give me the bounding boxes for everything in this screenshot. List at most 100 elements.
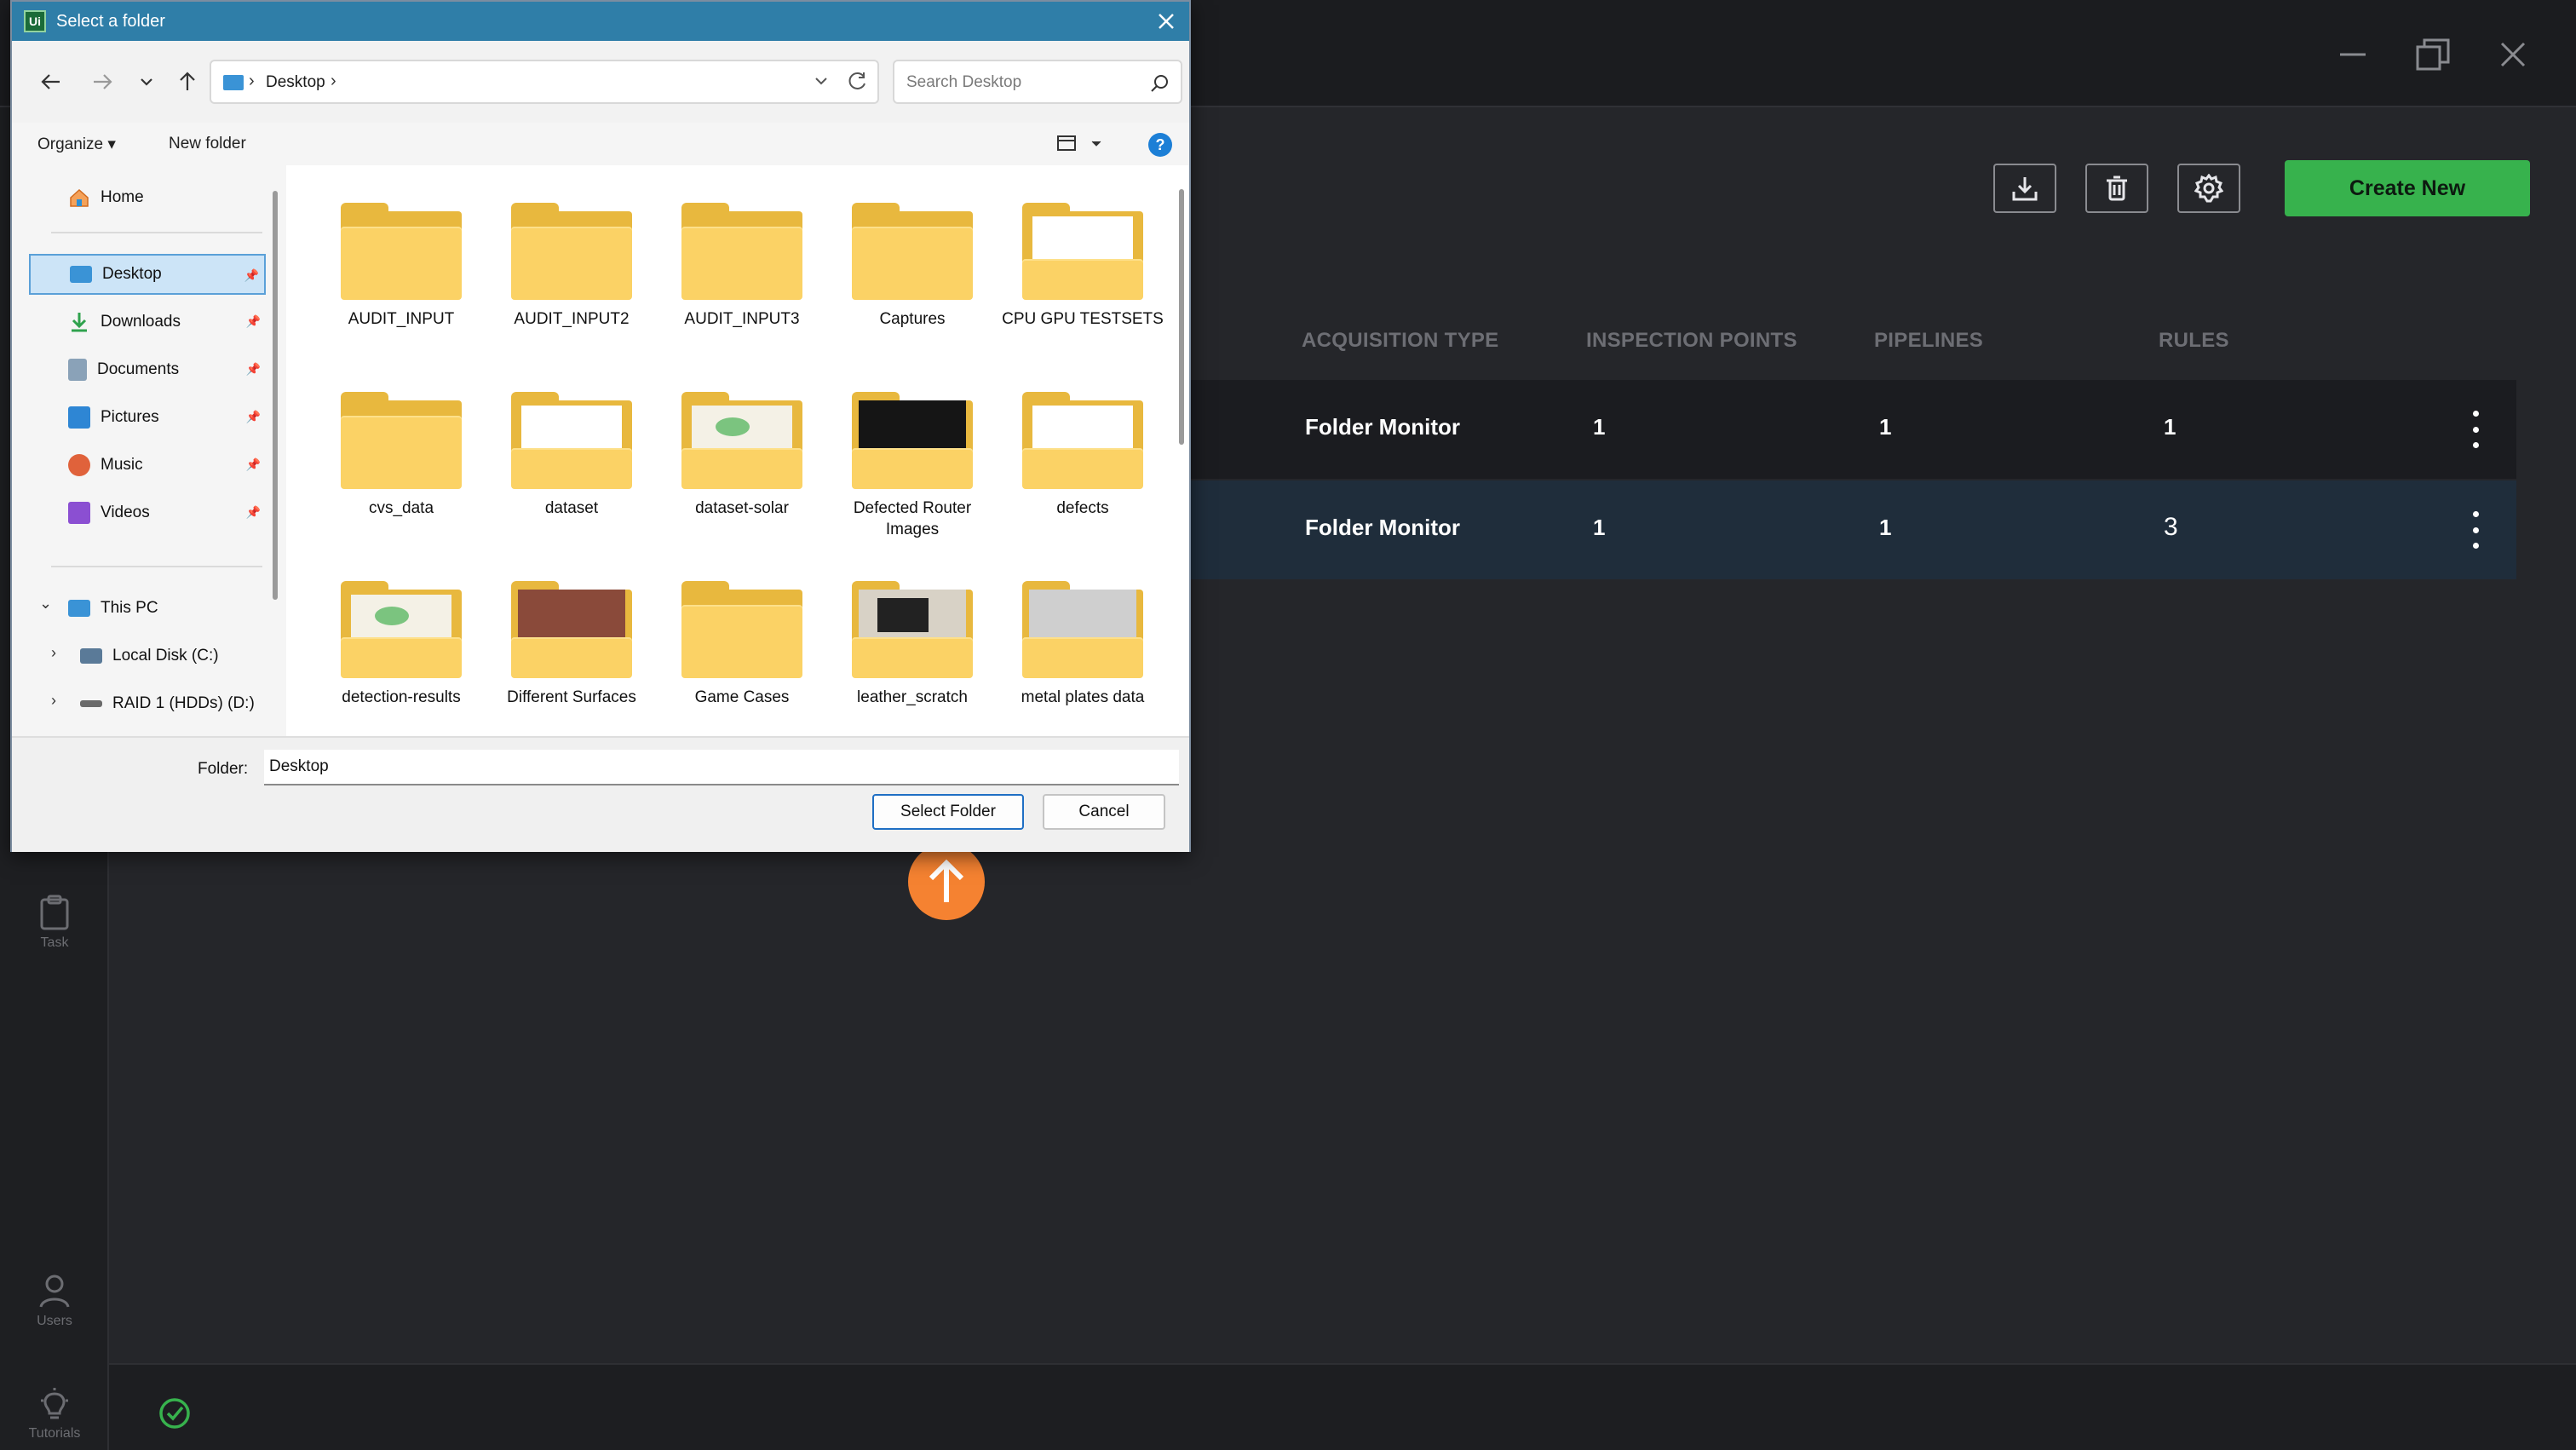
dialog-footer: Folder: Select Folder Cancel bbox=[12, 736, 1189, 852]
pin-icon[interactable]: 📌 bbox=[246, 314, 261, 329]
delete-button[interactable] bbox=[2085, 164, 2148, 213]
view-options-icon[interactable] bbox=[1056, 133, 1107, 155]
pin-icon[interactable]: 📌 bbox=[246, 505, 261, 520]
nav-scrollbar[interactable] bbox=[273, 191, 278, 600]
search-placeholder: Search Desktop bbox=[906, 73, 1022, 91]
acquisition-type-cell: Folder Monitor bbox=[1305, 414, 1460, 440]
folder-tile[interactable]: dataset-solar bbox=[661, 366, 823, 547]
folder-tile[interactable]: defects bbox=[1002, 366, 1164, 547]
help-icon[interactable]: ? bbox=[1148, 133, 1172, 157]
folder-label: Captures bbox=[879, 310, 946, 328]
arrow-left-icon bbox=[41, 74, 60, 89]
folder-tile[interactable]: detection-results bbox=[320, 555, 482, 736]
pin-icon[interactable]: 📌 bbox=[246, 362, 261, 377]
close-app-button[interactable] bbox=[2486, 29, 2540, 80]
search-input[interactable]: Search Desktop bbox=[893, 60, 1182, 104]
nav-item-pictures[interactable]: Pictures 📌 bbox=[29, 397, 266, 438]
download-button[interactable] bbox=[1993, 164, 2056, 213]
nav-item-desktop[interactable]: Desktop 📌 bbox=[29, 254, 266, 295]
nav-item-raid-drive[interactable]: RAID 1 (HDDs) (D:) bbox=[41, 683, 278, 724]
folder-tile[interactable]: AUDIT_INPUT3 bbox=[661, 177, 823, 358]
folder-icon bbox=[341, 203, 462, 300]
folder-label: AUDIT_INPUT3 bbox=[684, 310, 800, 328]
table-row[interactable]: Folder Monitor 1 1 3 bbox=[1107, 480, 2516, 579]
folder-tile[interactable]: CPU GPU TESTSETS bbox=[1002, 177, 1164, 358]
cancel-button[interactable]: Cancel bbox=[1043, 794, 1165, 830]
forward-button[interactable] bbox=[87, 66, 118, 97]
more-options-icon[interactable] bbox=[2467, 411, 2484, 448]
folder-tile[interactable]: AUDIT_INPUT bbox=[320, 177, 482, 358]
nav-item-local-disk[interactable]: Local Disk (C:) bbox=[41, 636, 278, 676]
folder-tile[interactable]: cvs_data bbox=[320, 366, 482, 547]
restore-button[interactable] bbox=[2406, 29, 2460, 80]
folder-tile[interactable]: Different Surfaces bbox=[491, 555, 653, 736]
dialog-title: Select a folder bbox=[56, 12, 165, 31]
folder-tile[interactable]: Defected Router Images bbox=[831, 366, 993, 547]
folder-tile[interactable]: AUDIT_INPUT2 bbox=[491, 177, 653, 358]
folder-icon bbox=[1022, 392, 1143, 489]
nav-item-label: Documents bbox=[97, 360, 180, 378]
address-bar[interactable]: › Desktop › bbox=[210, 60, 879, 104]
table-row[interactable]: Folder Monitor 1 1 1 bbox=[1107, 380, 2516, 479]
pin-icon[interactable]: 📌 bbox=[246, 410, 261, 424]
sidebar-item-tutorials[interactable]: Tutorials bbox=[0, 1387, 109, 1441]
more-options-icon[interactable] bbox=[2467, 511, 2484, 549]
check-circle-icon bbox=[159, 1398, 190, 1429]
folder-tile[interactable]: Captures bbox=[831, 177, 993, 358]
organize-menu[interactable]: Organize ▾ bbox=[37, 135, 116, 154]
clipboard-icon bbox=[40, 895, 69, 930]
column-header-acquisition[interactable]: ACQUISITION TYPE bbox=[1302, 329, 1499, 353]
drive-icon bbox=[80, 648, 102, 664]
settings-button[interactable] bbox=[2177, 164, 2240, 213]
this-pc-icon bbox=[68, 600, 90, 617]
rules-cell: 3 bbox=[2164, 513, 2178, 541]
folder-icon bbox=[511, 392, 632, 489]
minimize-button[interactable] bbox=[2326, 29, 2380, 80]
breadcrumb-desktop[interactable]: Desktop bbox=[266, 73, 325, 92]
nav-item-videos[interactable]: Videos 📌 bbox=[29, 492, 266, 533]
folder-field-label: Folder: bbox=[198, 760, 249, 778]
pin-icon[interactable]: 📌 bbox=[244, 268, 259, 283]
refresh-icon[interactable] bbox=[845, 70, 869, 94]
nav-item-documents[interactable]: Documents 📌 bbox=[29, 349, 266, 390]
folder-tile[interactable]: Game Cases bbox=[661, 555, 823, 736]
close-dialog-button[interactable] bbox=[1152, 7, 1181, 36]
chevron-down-icon[interactable] bbox=[814, 73, 828, 90]
folder-label: AUDIT_INPUT bbox=[348, 310, 455, 328]
nav-item-this-pc[interactable]: This PC bbox=[29, 588, 266, 629]
new-folder-button[interactable]: New folder bbox=[169, 135, 246, 153]
folder-label: dataset-solar bbox=[695, 499, 789, 517]
column-header-inspection-points[interactable]: INSPECTION POINTS bbox=[1586, 329, 1797, 353]
nav-item-downloads[interactable]: Downloads 📌 bbox=[29, 302, 266, 342]
recent-locations-button[interactable] bbox=[131, 66, 162, 97]
dialog-titlebar[interactable]: Ui Select a folder bbox=[12, 2, 1189, 41]
nav-item-label: Home bbox=[101, 188, 144, 206]
create-new-button[interactable]: Create New bbox=[2285, 160, 2530, 216]
folder-icon bbox=[1022, 203, 1143, 300]
folder-icon bbox=[341, 392, 462, 489]
search-icon bbox=[1151, 75, 1168, 92]
nav-item-home[interactable]: Home bbox=[29, 177, 266, 218]
folder-tile[interactable]: metal plates data bbox=[1002, 555, 1164, 736]
folder-tile[interactable]: dataset bbox=[491, 366, 653, 547]
pipelines-cell: 1 bbox=[1879, 515, 1892, 540]
chevron-right-icon[interactable]: › bbox=[331, 72, 336, 91]
pin-icon[interactable]: 📌 bbox=[246, 457, 261, 472]
navigation-pane: Home Desktop 📌 Downloads 📌 Documents 📌 P… bbox=[12, 165, 286, 736]
rules-cell: 1 bbox=[2164, 414, 2176, 440]
select-folder-button[interactable]: Select Folder bbox=[872, 794, 1024, 830]
sidebar-item-task[interactable]: Task bbox=[0, 895, 109, 951]
sidebar-item-label: Task bbox=[40, 935, 69, 950]
content-scrollbar[interactable] bbox=[1179, 189, 1184, 445]
user-icon bbox=[39, 1275, 70, 1308]
folder-name-input[interactable] bbox=[264, 750, 1179, 785]
column-header-rules[interactable]: RULES bbox=[2159, 329, 2229, 353]
up-button[interactable] bbox=[172, 66, 203, 97]
chevron-right-icon: › bbox=[249, 72, 255, 90]
sidebar-item-users[interactable]: Users bbox=[0, 1275, 109, 1329]
back-button[interactable] bbox=[36, 66, 66, 97]
inspection-points-cell: 1 bbox=[1593, 515, 1606, 540]
nav-item-music[interactable]: Music 📌 bbox=[29, 445, 266, 486]
column-header-pipelines[interactable]: PIPELINES bbox=[1874, 329, 1983, 353]
folder-tile[interactable]: leather_scratch bbox=[831, 555, 993, 736]
